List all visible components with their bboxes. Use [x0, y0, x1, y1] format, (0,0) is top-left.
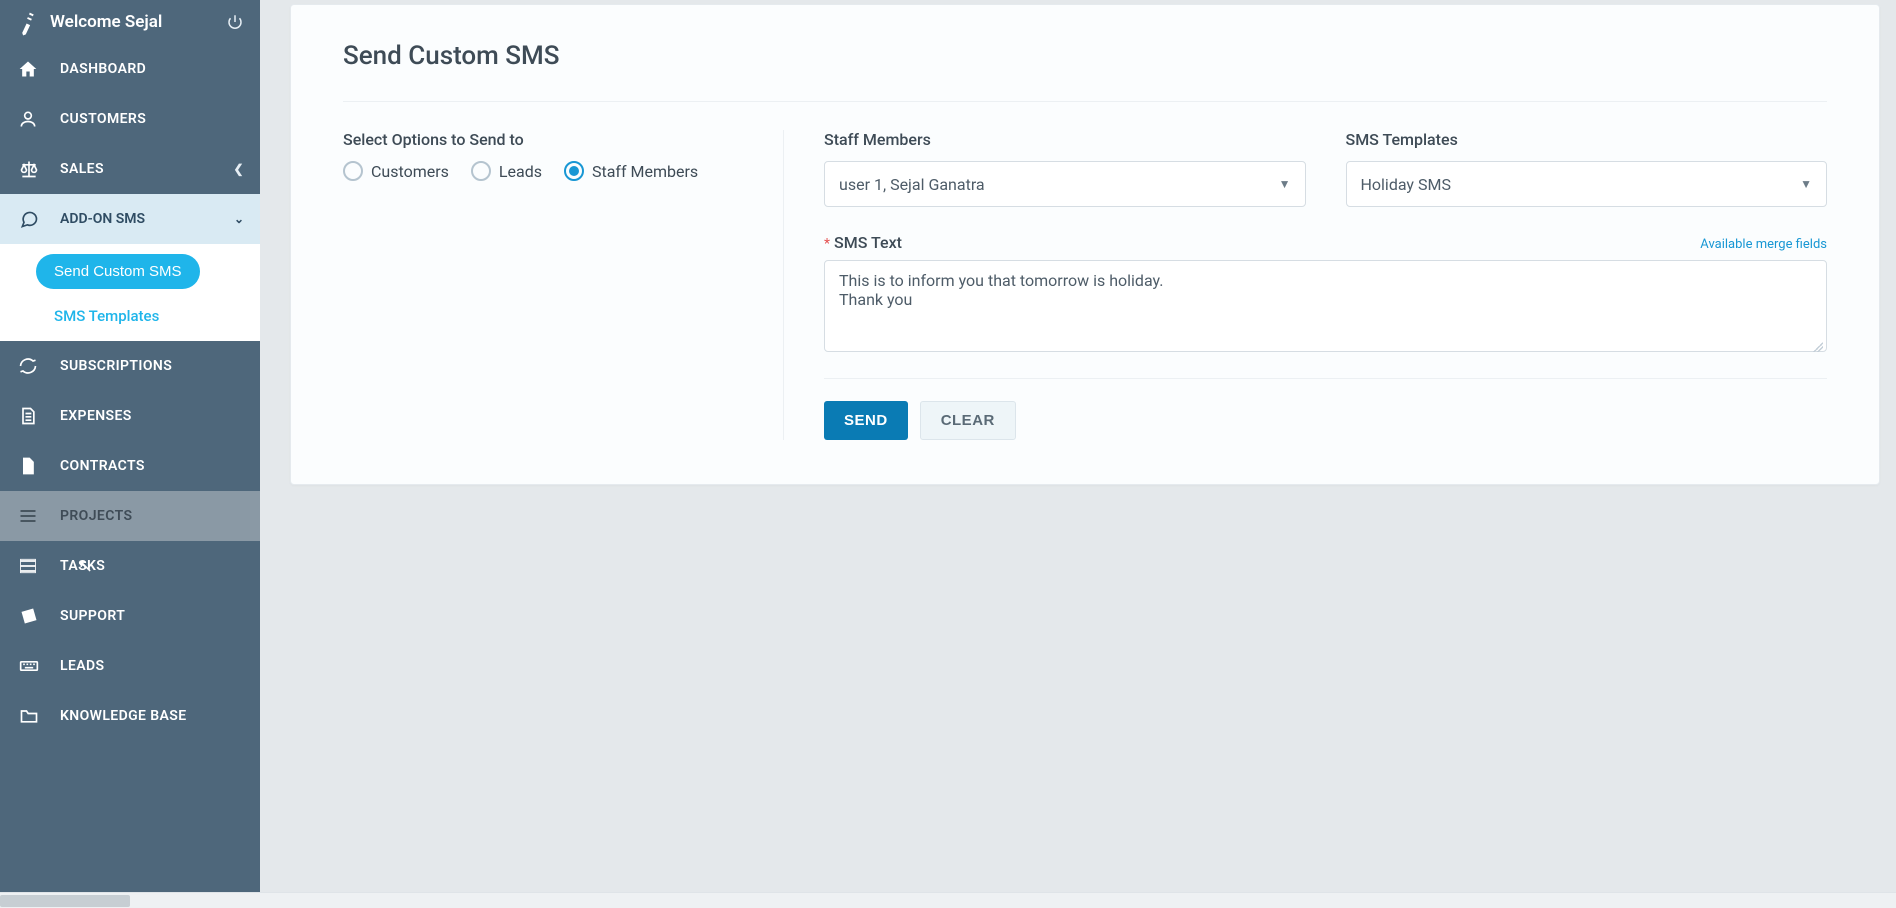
- sms-templates-label: SMS Templates: [1346, 130, 1828, 149]
- radio-customers[interactable]: Customers: [343, 161, 449, 181]
- sms-template-field: SMS Templates Holiday SMS ▼: [1346, 130, 1828, 207]
- staff-members-field: Staff Members user 1, Sejal Ganatra ▼: [824, 130, 1306, 207]
- chevron-down-icon: ⌄: [234, 212, 244, 226]
- page-title: Send Custom SMS: [343, 41, 1827, 71]
- sidebar-item-label: ADD-ON SMS: [60, 211, 234, 227]
- horizontal-scrollbar[interactable]: [0, 892, 1896, 908]
- sidebar-item-dashboard[interactable]: DASHBOARD: [0, 44, 260, 94]
- sidebar-item-label: KNOWLEDGE BASE: [60, 708, 244, 724]
- sidebar-sub-send-custom-sms[interactable]: Send Custom SMS: [36, 254, 200, 289]
- sidebar-item-label: SUBSCRIPTIONS: [60, 358, 244, 374]
- radio-leads[interactable]: Leads: [471, 161, 542, 181]
- sidebar-sub-sms-templates[interactable]: SMS Templates: [54, 307, 260, 325]
- sms-text-input[interactable]: [824, 260, 1827, 352]
- staff-members-select[interactable]: user 1, Sejal Ganatra ▼: [824, 161, 1306, 207]
- sidebar-item-subscriptions[interactable]: SUBSCRIPTIONS: [0, 341, 260, 391]
- action-buttons: SEND CLEAR: [824, 401, 1827, 440]
- sidebar: Welcome Sejal DASHBOARD CUSTOMERS SALES …: [0, 0, 260, 908]
- clear-button[interactable]: CLEAR: [920, 401, 1016, 440]
- sidebar-item-label: EXPENSES: [60, 408, 244, 424]
- file-icon: [18, 456, 46, 476]
- sms-fields-column: Staff Members user 1, Sejal Ganatra ▼ SM…: [824, 130, 1827, 440]
- doc-icon: [18, 406, 46, 426]
- home-icon: [18, 59, 46, 79]
- sidebar-item-customers[interactable]: CUSTOMERS: [0, 94, 260, 144]
- sidebar-item-label: CONTRACTS: [60, 458, 244, 474]
- sidebar-item-addon-sms: ADD-ON SMS ⌄ Send Custom SMS SMS Templat…: [0, 194, 260, 341]
- divider: [343, 101, 1827, 102]
- radio-label: Customers: [371, 162, 449, 181]
- send-button[interactable]: SEND: [824, 401, 908, 440]
- chat-icon: [18, 209, 46, 229]
- welcome-text: Welcome Sejal: [50, 12, 226, 32]
- vertical-divider: [783, 130, 784, 440]
- send-to-radio-group: Customers Leads Staff Members: [343, 161, 743, 181]
- main-area: Send Custom SMS Select Options to Send t…: [260, 0, 1896, 501]
- caret-down-icon: ▼: [1279, 177, 1291, 191]
- send-sms-card: Send Custom SMS Select Options to Send t…: [290, 4, 1880, 485]
- folder-icon: [18, 706, 46, 726]
- staff-members-label: Staff Members: [824, 130, 1306, 149]
- sidebar-item-support[interactable]: SUPPORT: [0, 591, 260, 641]
- sidebar-item-label: LEADS: [60, 658, 244, 674]
- sidebar-item-expenses[interactable]: EXPENSES: [0, 391, 260, 441]
- divider: [824, 378, 1827, 379]
- staff-members-value: user 1, Sejal Ganatra: [839, 175, 1279, 194]
- sidebar-item-label: TASKS: [60, 558, 244, 574]
- sms-text-label: SMS Text: [834, 233, 902, 252]
- bars-icon: [18, 506, 46, 526]
- sidebar-item-knowledge-base[interactable]: KNOWLEDGE BASE: [0, 691, 260, 741]
- required-star-icon: *: [824, 236, 830, 252]
- scale-icon: [18, 159, 46, 179]
- caret-down-icon: ▼: [1800, 177, 1812, 191]
- sidebar-item-label: SUPPORT: [60, 608, 244, 624]
- sidebar-item-label: SALES: [60, 161, 234, 177]
- user-icon: [18, 109, 46, 129]
- gavel-icon: [13, 7, 44, 38]
- sidebar-item-label: DASHBOARD: [60, 61, 244, 77]
- chevron-right-icon: ❮: [234, 162, 244, 176]
- sidebar-item-sales[interactable]: SALES ❮: [0, 144, 260, 194]
- send-to-column: Select Options to Send to Customers Lead…: [343, 130, 743, 440]
- list-icon: [18, 556, 46, 576]
- sms-templates-select[interactable]: Holiday SMS ▼: [1346, 161, 1828, 207]
- radio-label: Leads: [499, 162, 542, 181]
- sidebar-item-label: CUSTOMERS: [60, 111, 244, 127]
- refresh-icon: [18, 356, 46, 376]
- sidebar-item-label: PROJECTS: [60, 508, 244, 524]
- keyboard-icon: [18, 656, 46, 676]
- available-merge-fields-link[interactable]: Available merge fields: [1700, 237, 1827, 252]
- sms-templates-value: Holiday SMS: [1361, 175, 1801, 194]
- scrollbar-thumb[interactable]: [0, 895, 130, 907]
- send-to-label: Select Options to Send to: [343, 130, 743, 149]
- form-row: Select Options to Send to Customers Lead…: [343, 130, 1827, 440]
- sidebar-item-leads[interactable]: LEADS: [0, 641, 260, 691]
- sidebar-item-addon-sms-header[interactable]: ADD-ON SMS ⌄: [0, 194, 260, 244]
- addon-sms-submenu: Send Custom SMS SMS Templates: [0, 244, 260, 341]
- power-icon[interactable]: [226, 13, 244, 31]
- radio-staff-members[interactable]: Staff Members: [564, 161, 698, 181]
- radio-label: Staff Members: [592, 162, 698, 181]
- welcome-row: Welcome Sejal: [0, 0, 260, 44]
- sidebar-item-contracts[interactable]: CONTRACTS: [0, 441, 260, 491]
- sidebar-item-tasks[interactable]: TASKS: [0, 541, 260, 591]
- sidebar-item-projects[interactable]: PROJECTS: [0, 491, 260, 541]
- ticket-icon: [18, 606, 46, 626]
- sms-text-header: * SMS Text Available merge fields: [824, 233, 1827, 252]
